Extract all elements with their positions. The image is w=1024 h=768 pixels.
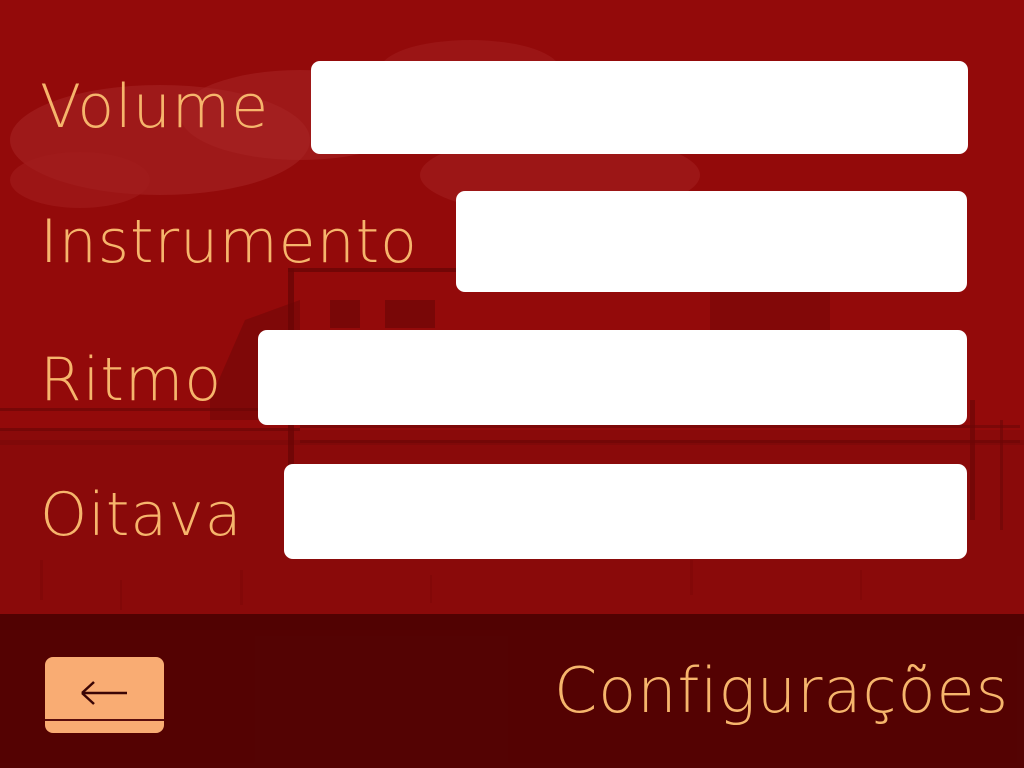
octave-input[interactable]	[284, 464, 967, 559]
rhythm-label: Ritmo	[40, 345, 223, 415]
volume-input[interactable]	[311, 61, 968, 154]
back-button[interactable]	[45, 657, 164, 733]
volume-label: Volume	[40, 72, 270, 142]
back-button-underline	[45, 719, 164, 721]
page-title: Configurações	[553, 654, 1009, 727]
rhythm-input[interactable]	[258, 330, 967, 425]
arrow-left-icon	[81, 681, 127, 705]
instrument-label: Instrumento	[40, 207, 418, 277]
instrument-input[interactable]	[456, 191, 967, 292]
octave-label: Oitava	[40, 480, 243, 550]
